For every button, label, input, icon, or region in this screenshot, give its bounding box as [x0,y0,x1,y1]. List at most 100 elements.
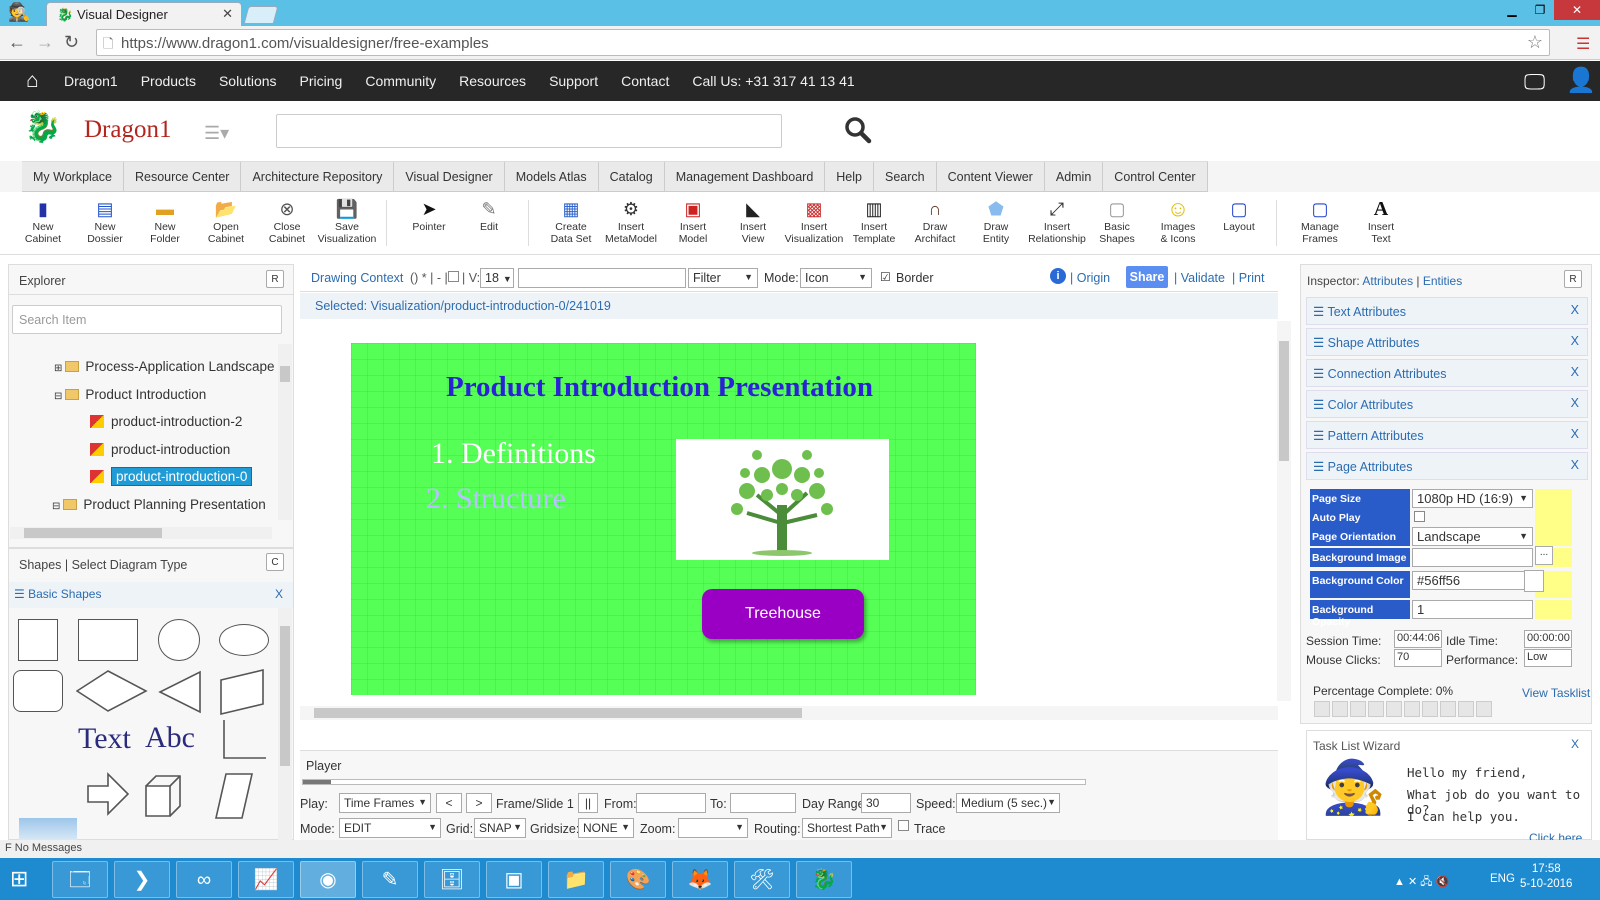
inspector-section-1[interactable]: ☰ Shape Attributes X [1306,328,1588,356]
toolbar-basic-shapes[interactable]: ▢ Basic Shapes [1086,198,1148,245]
drawing-context-label[interactable]: Drawing Context [311,271,403,285]
toolbar-create-data-set[interactable]: ▦ Create Data Set [540,198,602,245]
taskbar-notepad-icon[interactable]: ✎ [362,861,418,898]
tree-node-process-landscape[interactable]: ⊞ Process-Application Landscape [54,359,275,374]
taskbar-infinity-icon[interactable]: ∞ [176,861,232,898]
nav-tab-2[interactable]: Architecture Repository [241,162,395,192]
routing-select[interactable]: Shortest Path [802,818,892,838]
taskbar-dragon-icon[interactable]: 🐉 [796,861,852,898]
taskbar-chrome-icon[interactable]: ◉ [300,861,356,898]
context-text-input[interactable] [518,268,686,288]
prop-value[interactable]: #56ff56 [1412,571,1533,590]
tree-node-product-introduction-0[interactable]: product-introduction-0 [90,467,253,486]
gridsize-select[interactable]: NONE [578,818,634,838]
topnav-item-3[interactable]: Pricing [300,73,343,89]
nav-tab-6[interactable]: Management Dashboard [665,162,826,192]
url-input[interactable]: 🗋 https://www.dragon1.com/visualdesigner… [96,29,1550,56]
topnav-item-8[interactable]: Call Us: +31 317 41 13 41 [692,73,854,89]
new-tab-button[interactable] [243,6,279,24]
shape-rectangle[interactable] [78,619,138,661]
explorer-hscroll[interactable] [10,527,272,539]
nav-tab-11[interactable]: Control Center [1103,162,1208,192]
slide-title[interactable]: Product Introduction Presentation [446,371,873,404]
topnav-item-0[interactable]: Dragon1 [64,73,118,89]
wizard-click-here-link[interactable]: Click here [1529,831,1582,840]
border-checkbox[interactable]: ☑ [880,270,891,284]
canvas-vscroll[interactable] [1277,321,1291,701]
prop-value[interactable]: Landscape ▼ [1412,527,1533,546]
treehouse-button[interactable]: Treehouse [702,589,864,639]
shape-image-sample[interactable] [19,818,77,840]
prop-value[interactable]: 1 [1412,600,1533,619]
to-input[interactable] [730,793,796,813]
toolbar-insert-view[interactable]: ◣ Insert View [722,198,784,245]
window-close-button[interactable]: ✕ [1554,0,1600,20]
topnav-item-4[interactable]: Community [365,73,436,89]
shape-text-sample[interactable]: Text [78,722,131,756]
taskbar-gimp-icon[interactable]: 🦊 [672,861,728,898]
player-mode-select[interactable]: EDIT [339,818,441,838]
player-progress[interactable] [302,779,1086,785]
shape-abc-sample[interactable]: Abc [145,721,195,755]
toolbar-insert-metamodel[interactable]: ⚙ Insert MetaModel [600,198,662,245]
toolbar-new-dossier[interactable]: ▤ New Dossier [74,198,136,245]
inspector-section-3[interactable]: ☰ Color Attributes X [1306,390,1588,418]
toolbar-pointer[interactable]: ➤ Pointer [398,198,460,233]
info-icon[interactable]: i [1050,268,1066,284]
taskbar-clock[interactable]: 17:58 5-10-2016 [1520,862,1572,892]
topnav-item-7[interactable]: Contact [621,73,669,89]
taskbar-powershell-icon[interactable]: ❯ [114,861,170,898]
taskbar-tools-icon[interactable]: 🛠 [734,861,790,898]
tray-icons[interactable]: ▲ ✕ 🖧 🔇 [1394,873,1449,892]
section-close-icon[interactable]: X [1571,427,1579,441]
view-tasklist-link[interactable]: View Tasklist [1522,686,1590,700]
nav-tab-3[interactable]: Visual Designer [394,162,505,192]
nav-tab-9[interactable]: Content Viewer [937,162,1045,192]
toolbar-layout[interactable]: ▢ Layout [1208,198,1270,233]
prev-frame-button[interactable]: < [436,793,462,813]
zoom-select[interactable] [678,818,748,838]
minimize-button[interactable]: ▁ [1498,0,1526,20]
shape-circle[interactable] [158,619,200,661]
mode-select[interactable]: Icon ▼ [800,268,872,288]
section-close-icon[interactable]: X [1571,458,1579,472]
grid-select[interactable]: SNAP [474,818,526,838]
site-search-input[interactable] [276,114,782,148]
nav-tab-4[interactable]: Models Atlas [505,162,599,192]
dragon1-logo[interactable]: 🐉 Dragon1 [24,110,184,152]
inspector-section-4[interactable]: ☰ Pattern Attributes X [1306,421,1588,449]
nav-tab-1[interactable]: Resource Center [124,162,242,192]
dayrange-input[interactable]: 30 [861,793,911,813]
shape-square[interactable] [18,619,58,661]
tree-node-product-introduction-2[interactable]: product-introduction-2 [90,414,242,429]
print-link[interactable]: | Print [1232,271,1264,285]
toolbar-images-icons[interactable]: ☺ Images & Icons [1147,198,1209,246]
tab-close-icon[interactable]: ✕ [222,6,233,22]
canvas-hscroll[interactable] [300,706,1278,720]
monitor-icon[interactable]: 🖵 [1524,69,1545,95]
toolbar-manage-frames[interactable]: ▢ Manage Frames [1289,198,1351,245]
topnav-item-5[interactable]: Resources [459,73,526,89]
toolbar-insert-text[interactable]: A Insert Text [1350,198,1412,245]
entities-link[interactable]: Entities [1423,274,1462,288]
play-select[interactable]: Time Frames [339,793,431,813]
toolbar-edit[interactable]: ✎ Edit [458,198,520,233]
toolbar-close-cabinet[interactable]: ⊗ Close Cabinet [256,198,318,245]
inspector-section-5[interactable]: ☰ Page Attributes X [1306,452,1588,480]
slide-item-structure[interactable]: 2. Structure [426,482,566,516]
taskbar-explorer-icon[interactable]: 🗔 [52,861,108,898]
from-input[interactable] [636,793,706,813]
basic-shapes-section[interactable]: ☰ Basic Shapes X [9,582,293,608]
section-close-icon[interactable]: X [1571,303,1579,317]
topnav-item-1[interactable]: Products [141,73,196,89]
shapes-c-button[interactable]: C [266,553,284,571]
attributes-link[interactable]: Attributes [1362,274,1413,288]
user-icon[interactable]: 👤 [1566,66,1596,95]
inspector-section-2[interactable]: ☰ Connection Attributes X [1306,359,1588,387]
taskbar-folder-icon[interactable]: 📁 [548,861,604,898]
restore-button[interactable]: ❐ [1526,0,1554,20]
toolbar-insert-template[interactable]: ▥ Insert Template [843,198,905,245]
origin-link[interactable]: | Origin [1070,271,1110,285]
share-button[interactable]: Share [1126,266,1168,288]
back-arrow-icon[interactable]: ← [8,32,26,53]
